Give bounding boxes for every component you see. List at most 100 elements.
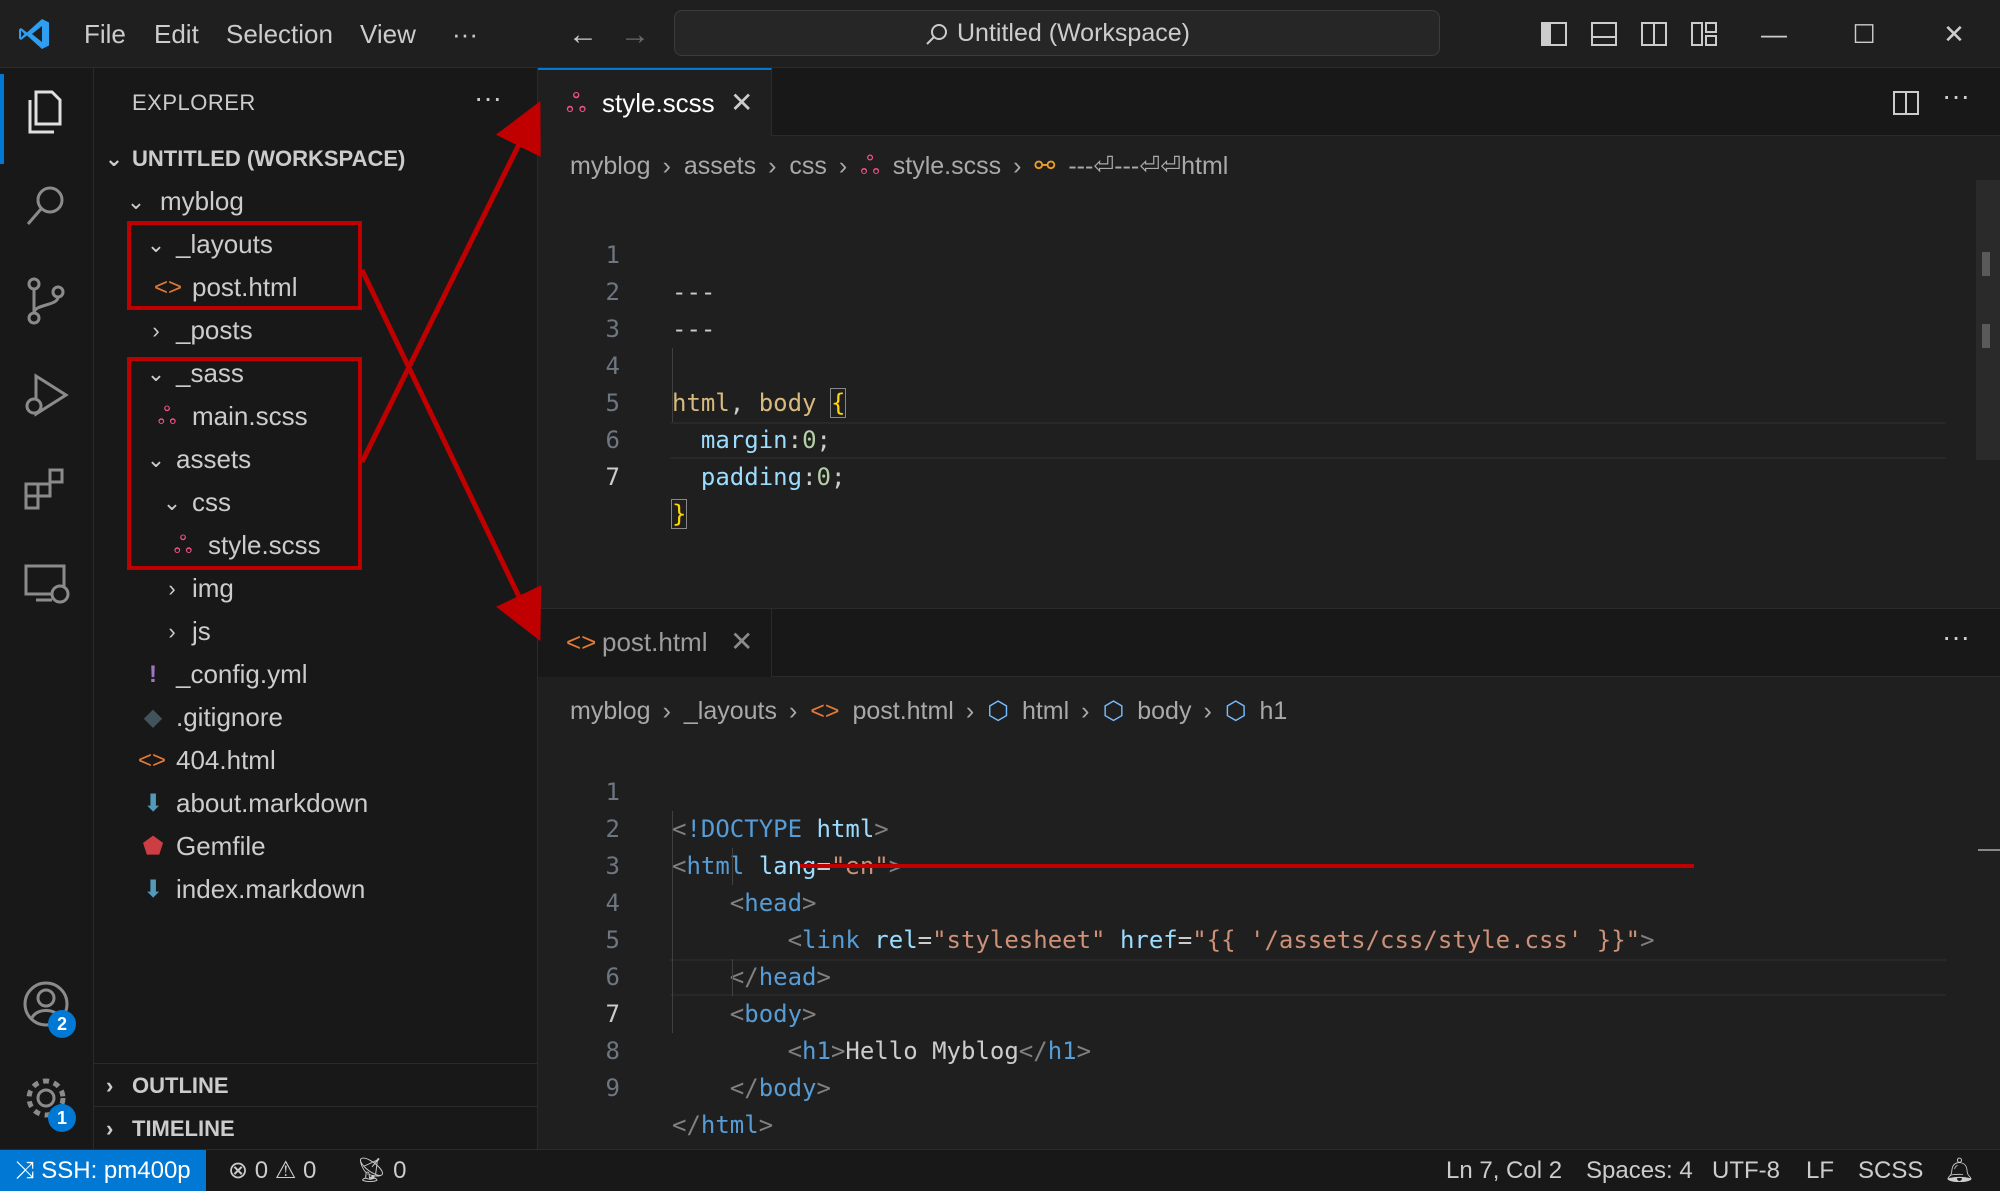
- breadcrumb-item[interactable]: myblog: [570, 152, 651, 180]
- tree-folder-img[interactable]: › img: [94, 567, 538, 610]
- code-line[interactable]: 9 </html>: [538, 1033, 2000, 1139]
- indentation[interactable]: Spaces: 4: [1586, 1150, 1693, 1191]
- code-line[interactable]: 4 html, body {: [538, 311, 2000, 418]
- outline-label: OUTLINE: [132, 1073, 229, 1098]
- maximize-button[interactable]: ☐: [1824, 0, 1904, 68]
- code-line[interactable]: 3: [538, 274, 2000, 343]
- remote-explorer-icon[interactable]: [20, 556, 74, 610]
- tree-folder-js[interactable]: › js: [94, 610, 538, 653]
- active-view-indicator: [0, 74, 4, 164]
- remote-indicator[interactable]: ⤨ SSH: pm400p: [0, 1150, 206, 1191]
- forward-arrow-icon[interactable]: →: [620, 18, 650, 52]
- tab-style-scss[interactable]: ஃ style.scss ✕: [538, 68, 772, 136]
- close-window-button[interactable]: ✕: [1914, 0, 1994, 68]
- tree-file-gemfile[interactable]: ⬟ Gemfile: [94, 825, 538, 868]
- search-icon: [924, 18, 950, 46]
- breadcrumb-item[interactable]: myblog: [570, 697, 651, 725]
- tree-item-label: about.markdown: [176, 788, 369, 818]
- toggle-panel-icon[interactable]: [1590, 20, 1618, 48]
- editor-group-bottom: <> post.html ✕ ··· myblog › _layouts › <> …: [538, 608, 2000, 1149]
- indent-guide: [732, 959, 733, 996]
- code-line[interactable]: 5 margin:0;: [538, 348, 2000, 454]
- tree-file-about-markdown[interactable]: ⬇ about.markdown: [94, 782, 538, 825]
- menu-more[interactable]: ···: [452, 0, 478, 68]
- chevron-down-icon: ⌄: [126, 189, 146, 214]
- code-line[interactable]: 1 <!DOCTYPE html>: [538, 737, 2000, 843]
- element-symbol-icon: ⬡: [987, 697, 1009, 725]
- code-line[interactable]: 3 <head>: [538, 811, 2000, 917]
- more-actions-icon[interactable]: ···: [474, 82, 502, 114]
- menu-edit[interactable]: Edit: [154, 0, 199, 68]
- more-actions-icon[interactable]: ···: [1942, 80, 1970, 112]
- command-center[interactable]: Untitled (Workspace): [674, 10, 1440, 56]
- run-debug-icon[interactable]: [20, 368, 74, 422]
- code-line[interactable]: 2 ---: [538, 237, 2000, 343]
- timeline-section-header[interactable]: › TIMELINE: [94, 1106, 538, 1149]
- customize-layout-icon[interactable]: [1690, 20, 1718, 48]
- code-line[interactable]: 6 padding:0;: [538, 385, 2000, 491]
- status-bar: ⤨ SSH: pm400p ⊗ 0 ⚠ 0 📡︎ 0 Ln 7, Col 2 S…: [0, 1149, 2000, 1191]
- breadcrumb-item[interactable]: html: [1022, 697, 1069, 725]
- code-line[interactable]: 7 }: [538, 422, 2000, 529]
- extensions-icon[interactable]: [20, 462, 74, 516]
- ruby-file-icon: ⬟: [142, 833, 164, 860]
- close-icon[interactable]: ✕: [730, 625, 753, 658]
- close-icon[interactable]: ✕: [730, 86, 753, 119]
- breadcrumb-item[interactable]: _layouts: [684, 697, 777, 725]
- tree-item-label: _config.yml: [176, 659, 308, 689]
- tree-item-label: img: [192, 573, 234, 603]
- language-mode[interactable]: SCSS: [1858, 1150, 1923, 1191]
- notifications-bell-icon[interactable]: 🔔︎: [1944, 1150, 1974, 1191]
- breadcrumb-item[interactable]: css: [789, 152, 827, 180]
- problems-indicator[interactable]: ⊗ 0 ⚠ 0: [228, 1150, 316, 1191]
- breadcrumb-item[interactable]: post.html: [852, 697, 953, 725]
- encoding[interactable]: UTF-8: [1712, 1150, 1780, 1191]
- workspace-header[interactable]: ⌄ UNTITLED (WORKSPACE): [94, 137, 538, 180]
- breadcrumb-item[interactable]: h1: [1260, 697, 1288, 725]
- tree-file-index-markdown[interactable]: ⬇ index.markdown: [94, 868, 538, 911]
- tree-file-gitignore[interactable]: ◆ .gitignore: [94, 696, 538, 739]
- tree-folder-myblog[interactable]: ⌄ myblog: [94, 180, 538, 223]
- tree-folder-posts[interactable]: › _posts: [94, 309, 538, 352]
- tree-item-label: index.markdown: [176, 874, 366, 904]
- sidebar-title: EXPLORER: [132, 90, 256, 115]
- scrollbar-marker: [1982, 252, 1990, 276]
- warning-icon: ⚠: [274, 1157, 297, 1184]
- code-line[interactable]: 7 <h1>Hello Myblog</h1>: [538, 959, 2000, 1065]
- tree-file-404-html[interactable]: <> 404.html: [94, 739, 538, 782]
- minimap-slider[interactable]: [1976, 180, 2000, 460]
- split-editor-icon[interactable]: [1892, 90, 1920, 116]
- toggle-primary-sidebar-icon[interactable]: [1540, 20, 1568, 48]
- toggle-secondary-sidebar-icon[interactable]: [1640, 20, 1668, 48]
- minimize-button[interactable]: —: [1734, 0, 1814, 68]
- outline-section-header[interactable]: › OUTLINE: [94, 1063, 538, 1106]
- tab-post-html[interactable]: <> post.html ✕: [538, 609, 772, 677]
- cursor-position[interactable]: Ln 7, Col 2: [1446, 1150, 1562, 1191]
- code-line[interactable]: 4 <link rel="stylesheet" href="{{ '/asse…: [538, 848, 2000, 954]
- more-actions-icon[interactable]: ···: [1942, 621, 1970, 653]
- warning-count: 0: [303, 1157, 317, 1184]
- code-line[interactable]: 8 </body>: [538, 996, 2000, 1102]
- breadcrumb-item[interactable]: body: [1137, 697, 1191, 725]
- code-line[interactable]: 5 </head>: [538, 885, 2000, 991]
- breadcrumb-item[interactable]: style.scss: [893, 152, 1001, 180]
- tree-item-label: myblog: [160, 186, 244, 216]
- code-line[interactable]: 1 ---: [538, 200, 2000, 306]
- menu-selection[interactable]: Selection: [226, 0, 333, 68]
- source-control-icon[interactable]: [20, 274, 74, 328]
- breadcrumb-item[interactable]: assets: [684, 152, 756, 180]
- search-icon[interactable]: [20, 180, 74, 234]
- breadcrumb-item[interactable]: ---⏎---⏎⏎html: [1068, 152, 1228, 180]
- ports-indicator[interactable]: 📡︎ 0: [356, 1150, 407, 1191]
- code-line[interactable]: 2 <html lang="en">: [538, 774, 2000, 880]
- command-center-label: Untitled (Workspace): [957, 19, 1190, 47]
- menu-file[interactable]: File: [84, 0, 126, 68]
- menu-view[interactable]: View: [360, 0, 416, 68]
- back-arrow-icon[interactable]: ←: [568, 18, 598, 52]
- line-number: 7: [605, 463, 620, 491]
- explorer-icon[interactable]: [20, 86, 74, 140]
- code-line[interactable]: 6 <body>: [538, 922, 2000, 1028]
- tree-file-config-yml[interactable]: ! _config.yml: [94, 653, 538, 696]
- scrollbar-marker: [1978, 849, 2000, 851]
- end-of-line[interactable]: LF: [1806, 1150, 1834, 1191]
